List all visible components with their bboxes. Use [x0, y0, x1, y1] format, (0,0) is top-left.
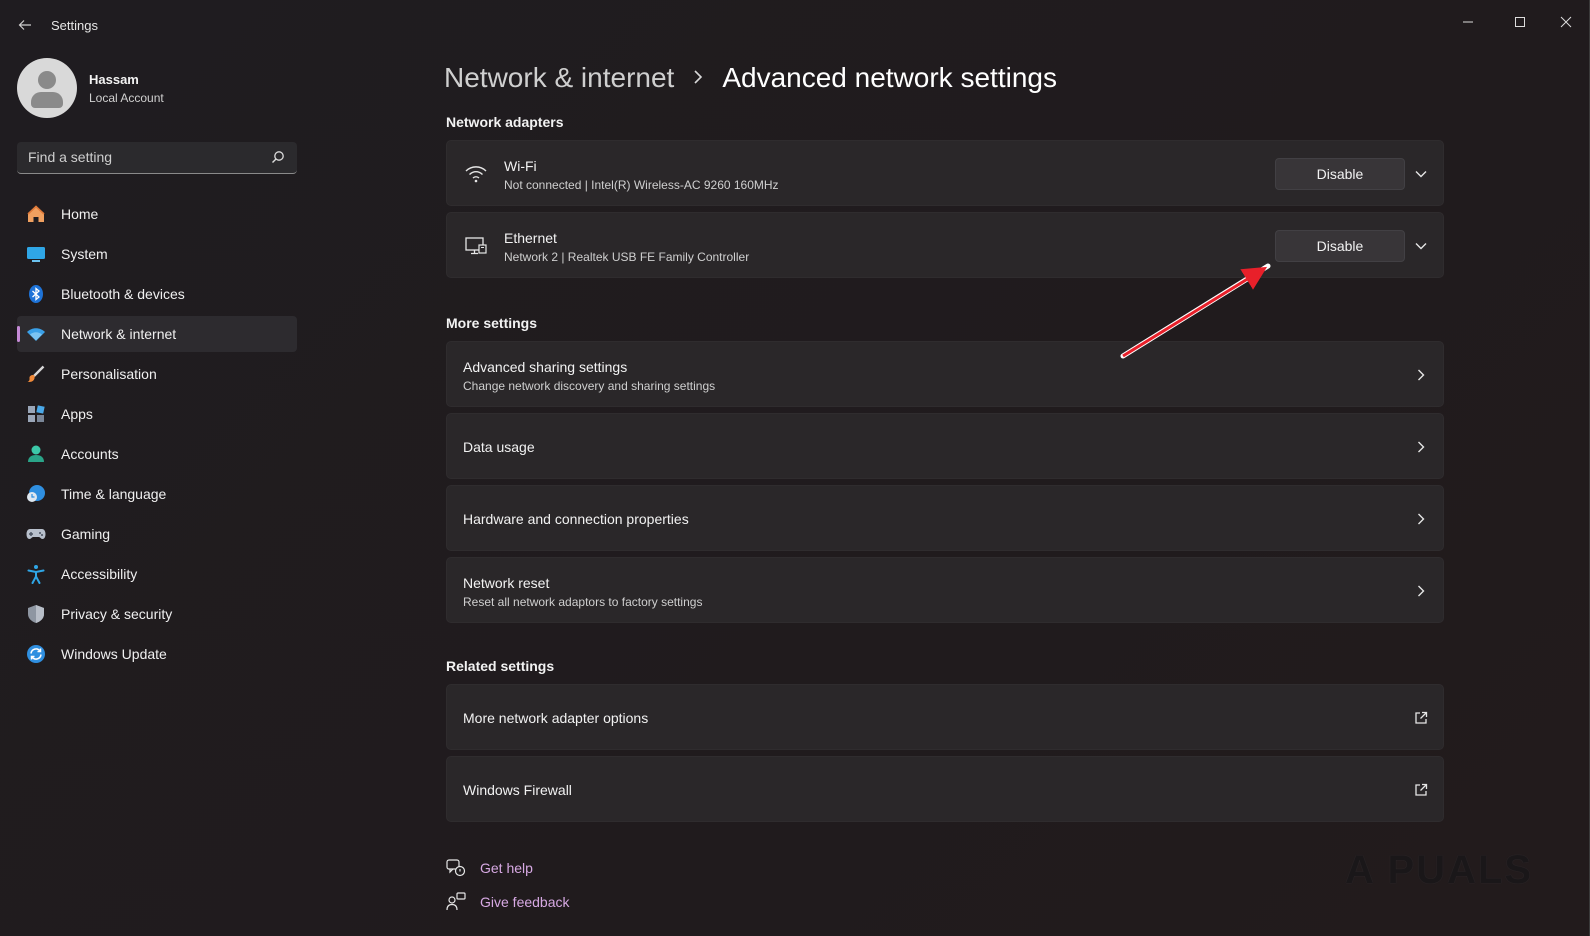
- wifi-icon: [465, 166, 487, 183]
- breadcrumb-parent-link[interactable]: Network & internet: [444, 62, 674, 94]
- network-icon: [26, 324, 46, 344]
- home-icon: [26, 204, 46, 224]
- chevron-right-icon: [692, 65, 704, 91]
- app-title: Settings: [51, 18, 98, 33]
- bluetooth-icon: [26, 284, 46, 304]
- accessibility-icon: [26, 564, 46, 584]
- settings-row-more-adapter-options[interactable]: More network adapter options: [446, 684, 1444, 750]
- search-input[interactable]: [17, 142, 257, 172]
- get-help-link[interactable]: Get help: [446, 856, 533, 880]
- adapter-subtitle: Not connected | Intel(R) Wireless-AC 926…: [504, 178, 779, 192]
- settings-row-advanced-sharing[interactable]: Advanced sharing settings Change network…: [446, 341, 1444, 407]
- help-icon: [446, 859, 466, 877]
- row-title: More network adapter options: [463, 710, 649, 726]
- sidebar-item-personalisation[interactable]: Personalisation: [17, 356, 297, 392]
- back-button[interactable]: [10, 12, 40, 38]
- maximize-button[interactable]: [1497, 6, 1543, 38]
- chevron-down-icon[interactable]: [1413, 166, 1429, 182]
- sidebar-item-gaming[interactable]: Gaming: [17, 516, 297, 552]
- sidebar-item-system[interactable]: System: [17, 236, 297, 272]
- disable-wifi-button[interactable]: Disable: [1275, 158, 1405, 190]
- adapter-title: Wi-Fi: [504, 158, 537, 174]
- maximize-icon: [1515, 17, 1525, 27]
- settings-row-network-reset[interactable]: Network reset Reset all network adaptors…: [446, 557, 1444, 623]
- watermark-logo: A PUALS: [1345, 848, 1534, 892]
- row-title: Data usage: [463, 439, 535, 455]
- close-icon: [1560, 16, 1572, 28]
- row-subtitle: Reset all network adaptors to factory se…: [463, 595, 703, 609]
- user-profile[interactable]: Hassam Local Account: [17, 58, 297, 118]
- external-link-icon: [1415, 783, 1428, 796]
- title-bar: Settings: [0, 0, 1590, 50]
- adapter-card-wifi[interactable]: Wi-Fi Not connected | Intel(R) Wireless-…: [446, 140, 1444, 206]
- gaming-icon: [26, 524, 46, 544]
- update-icon: [26, 644, 46, 664]
- sidebar-item-accounts[interactable]: Accounts: [17, 436, 297, 472]
- sidebar-item-apps[interactable]: Apps: [17, 396, 297, 432]
- sidebar-item-home[interactable]: Home: [17, 196, 297, 232]
- sidebar-item-windows-update[interactable]: Windows Update: [17, 636, 297, 672]
- chevron-down-icon[interactable]: [1413, 238, 1429, 254]
- chevron-right-icon: [1418, 513, 1425, 525]
- page-title: Advanced network settings: [722, 62, 1057, 93]
- search-box: [17, 142, 297, 174]
- section-label-more-settings: More settings: [446, 315, 538, 331]
- breadcrumb: Network & internet Advanced network sett…: [444, 58, 1057, 98]
- row-title: Windows Firewall: [463, 782, 572, 798]
- external-link-icon: [1415, 711, 1428, 724]
- search-icon[interactable]: [271, 150, 285, 164]
- avatar: [17, 58, 77, 118]
- sidebar-item-bluetooth[interactable]: Bluetooth & devices: [17, 276, 297, 312]
- chevron-right-icon: [1418, 369, 1425, 381]
- section-label-related-settings: Related settings: [446, 658, 555, 674]
- sidebar-item-network[interactable]: Network & internet: [17, 316, 297, 352]
- brush-icon: [26, 364, 46, 384]
- ethernet-icon: [465, 237, 487, 255]
- chevron-right-icon: [1418, 441, 1425, 453]
- accounts-icon: [26, 444, 46, 464]
- close-button[interactable]: [1543, 6, 1589, 38]
- time-language-icon: [26, 484, 46, 504]
- adapter-card-ethernet[interactable]: Ethernet Network 2 | Realtek USB FE Fami…: [446, 212, 1444, 278]
- disable-ethernet-button[interactable]: Disable: [1275, 230, 1405, 262]
- row-title: Advanced sharing settings: [463, 359, 628, 375]
- apps-icon: [26, 404, 46, 424]
- system-icon: [26, 244, 46, 264]
- shield-icon: [26, 604, 46, 624]
- settings-row-hardware-properties[interactable]: Hardware and connection properties: [446, 485, 1444, 551]
- profile-name: Hassam: [89, 72, 139, 87]
- settings-row-data-usage[interactable]: Data usage: [446, 413, 1444, 479]
- sidebar-item-accessibility[interactable]: Accessibility: [17, 556, 297, 592]
- adapter-subtitle: Network 2 | Realtek USB FE Family Contro…: [504, 250, 750, 264]
- settings-window: Settings Hassam Local Account Home: [0, 0, 1590, 936]
- chevron-right-icon: [1418, 585, 1425, 597]
- profile-account-type: Local Account: [89, 91, 164, 105]
- minimize-icon: [1463, 21, 1473, 23]
- row-subtitle: Change network discovery and sharing set…: [463, 379, 716, 393]
- back-arrow-icon: [18, 20, 31, 30]
- feedback-icon: [446, 892, 466, 911]
- settings-row-windows-firewall[interactable]: Windows Firewall: [446, 756, 1444, 822]
- row-title: Hardware and connection properties: [463, 511, 689, 527]
- section-label-network-adapters: Network adapters: [446, 114, 564, 130]
- adapter-title: Ethernet: [504, 230, 557, 246]
- sidebar-nav: Home System Bluetooth & devices Network …: [17, 196, 297, 676]
- sidebar-item-privacy[interactable]: Privacy & security: [17, 596, 297, 632]
- give-feedback-link[interactable]: Give feedback: [446, 890, 570, 914]
- sidebar-item-time-language[interactable]: Time & language: [17, 476, 297, 512]
- row-title: Network reset: [463, 575, 550, 591]
- minimize-button[interactable]: [1445, 6, 1491, 38]
